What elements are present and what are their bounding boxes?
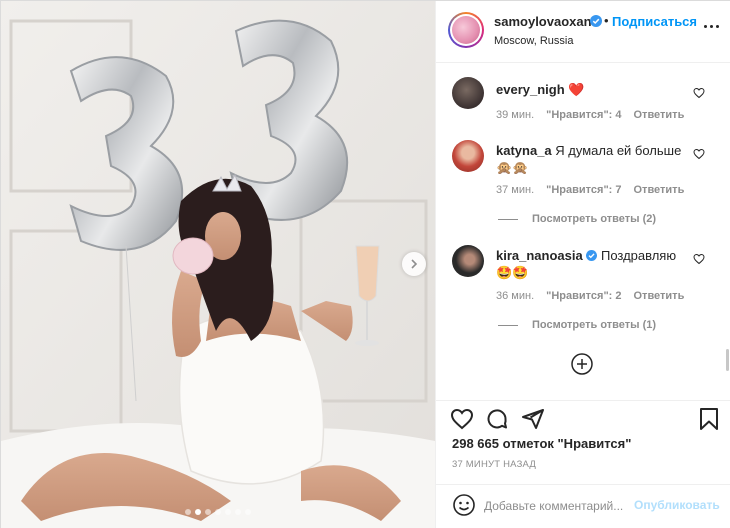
comment-likes[interactable]: "Нравится": 7 (546, 184, 621, 196)
comment-time[interactable]: 37 мин. (496, 184, 534, 196)
comment-heart-icon[interactable] (693, 148, 705, 160)
likes-count[interactable]: 298 665 отметок "Нравится" (452, 436, 631, 451)
comment-reply-button[interactable]: Ответить (634, 109, 685, 121)
instagram-post: samoylovaoxana • Подписаться Moscow, Rus… (0, 0, 730, 528)
header-separator: • (604, 13, 609, 28)
comment-heart-icon[interactable] (693, 87, 705, 99)
comment-avatar[interactable] (452, 245, 484, 277)
comment-reply-button[interactable]: Ответить (634, 290, 685, 302)
view-replies-label: Посмотреть ответы (2) (532, 213, 657, 225)
add-comment-section: Опубликовать (436, 485, 730, 528)
comment-avatar[interactable] (452, 77, 484, 109)
view-replies-label: Посмотреть ответы (1) (532, 319, 657, 331)
carousel-dot (185, 509, 191, 515)
carousel-dot (225, 509, 231, 515)
photo-illustration (1, 1, 435, 528)
verified-icon (590, 15, 602, 27)
comment-body: every_nigh ❤️ (496, 81, 686, 98)
comment-username[interactable]: kira_nanoasia (496, 248, 583, 263)
comment-meta: 36 мин. "Нравится": 2 Ответить (496, 290, 684, 302)
add-circle-icon[interactable] (570, 352, 594, 376)
carousel-indicator (1, 509, 435, 515)
view-replies-button[interactable]: Посмотреть ответы (1) (498, 319, 656, 331)
comment-likes[interactable]: "Нравится": 2 (546, 290, 621, 302)
comments-list: every_nigh ❤️ 39 мин. "Нравится": 4 Отве… (436, 63, 730, 401)
carousel-next-button[interactable] (402, 252, 426, 276)
carousel-dot (235, 509, 241, 515)
post-time[interactable]: 37 МИНУТ НАЗАД (452, 459, 536, 470)
post-location[interactable]: Moscow, Russia (494, 35, 573, 47)
comment-input[interactable] (484, 496, 634, 516)
smile-icon[interactable] (452, 493, 476, 517)
comment-body: kira_nanoasia Поздравляю 🤩🤩 (496, 247, 696, 281)
post-header: samoylovaoxana • Подписаться Moscow, Rus… (436, 1, 730, 63)
view-replies-button[interactable]: Посмотреть ответы (2) (498, 213, 656, 225)
comment-likes[interactable]: "Нравится": 4 (546, 109, 621, 121)
comment-meta: 39 мин. "Нравится": 4 Ответить (496, 109, 684, 121)
comment-body: katyna_a Я думала ей больше 🙊🙊 (496, 142, 686, 176)
comment-emoji: 🤩🤩 (496, 265, 529, 280)
comment-time[interactable]: 36 мин. (496, 290, 534, 302)
carousel-dot (245, 509, 251, 515)
comment-text: ❤️ (568, 82, 585, 97)
carousel-dot (215, 509, 221, 515)
chevron-right-icon (411, 259, 418, 269)
publish-button[interactable]: Опубликовать (634, 498, 720, 512)
carousel-dot (205, 509, 211, 515)
heart-icon[interactable] (450, 407, 474, 431)
carousel-dot-active (195, 509, 201, 515)
comment-icon[interactable] (485, 407, 509, 431)
comment-reply-button[interactable]: Ответить (634, 184, 685, 196)
share-icon[interactable] (521, 407, 545, 431)
comment-heart-icon[interactable] (693, 253, 705, 265)
more-icon[interactable] (704, 25, 719, 28)
comment-username[interactable]: every_nigh (496, 82, 565, 97)
comment-avatar[interactable] (452, 140, 484, 172)
verified-icon (586, 250, 598, 261)
post-actions: 298 665 отметок "Нравится" 37 МИНУТ НАЗА… (436, 401, 730, 485)
comment-time[interactable]: 39 мин. (496, 109, 534, 121)
author-avatar[interactable] (448, 12, 484, 48)
comment-meta: 37 мин. "Нравится": 7 Ответить (496, 184, 684, 196)
author-username[interactable]: samoylovaoxana (494, 14, 599, 29)
follow-button[interactable]: Подписаться (612, 14, 697, 29)
bookmark-icon[interactable] (698, 407, 720, 431)
post-photo[interactable] (1, 1, 435, 528)
comment-username[interactable]: katyna_a (496, 143, 552, 158)
comment-text: Поздравляю (600, 248, 677, 263)
post-side-panel: samoylovaoxana • Подписаться Moscow, Rus… (435, 1, 730, 528)
comments-scrollbar[interactable] (726, 349, 729, 371)
